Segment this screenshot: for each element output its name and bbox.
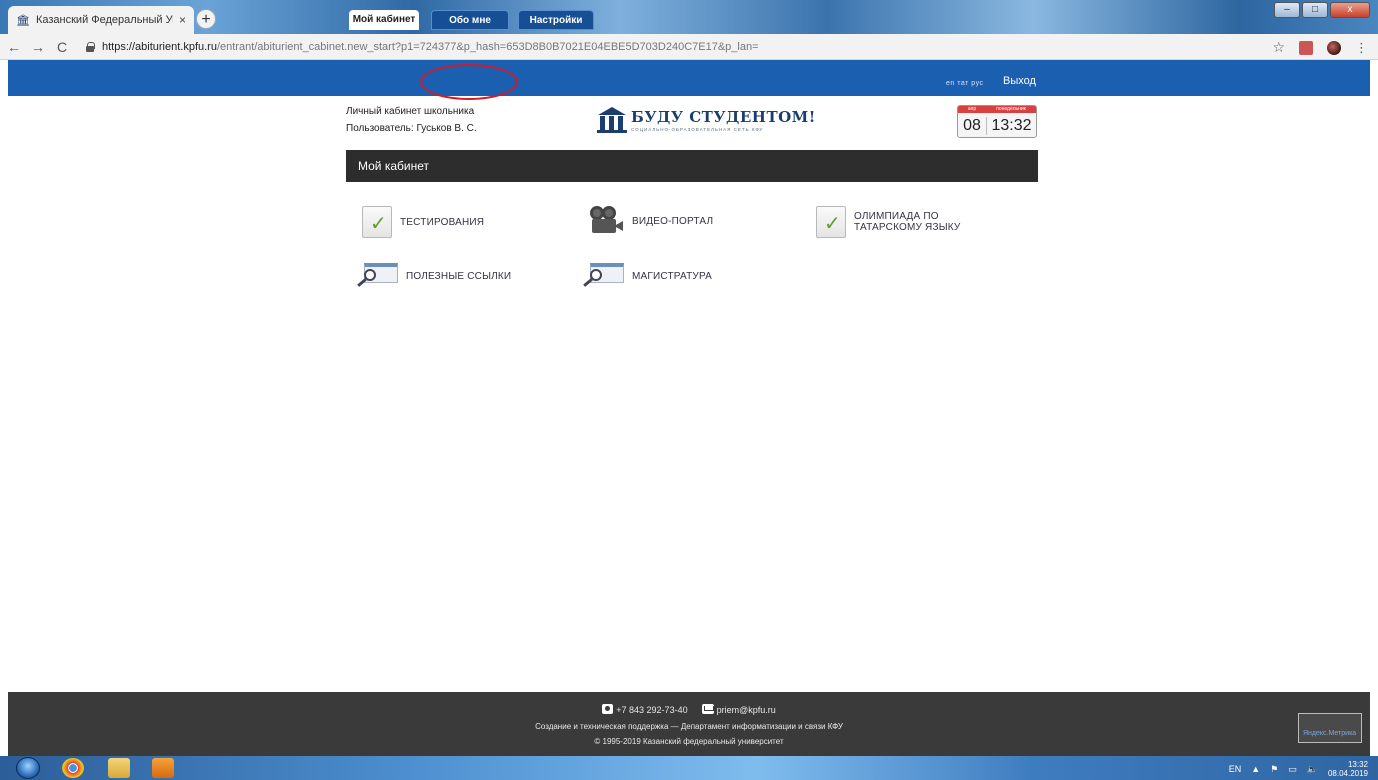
window-controls: – □ x: [1274, 2, 1370, 18]
new-tab-button[interactable]: +: [196, 9, 216, 29]
menu-item-label: ПОЛЕЗНЫЕ ССЫЛКИ: [406, 270, 512, 282]
section-title: Мой кабинет: [346, 150, 1038, 182]
phone-icon: [602, 704, 614, 714]
url-path: /entrant/abiturient_cabinet.new_start?p1…: [216, 40, 759, 53]
tab-title: Казанский Федеральный Униве: [35, 14, 173, 26]
menu-item-tatar-olympiad[interactable]: ОЛИМПИАДА ПО ТАТАРСКОМУ ЯЗЫКУ: [816, 206, 960, 238]
mail-icon: [701, 704, 714, 714]
start-button[interactable]: [16, 757, 40, 779]
network-icon[interactable]: ▭: [1288, 764, 1297, 775]
tab-close-icon[interactable]: ×: [179, 13, 186, 27]
menu-item-useful-links[interactable]: ПОЛЕЗНЫЕ ССЫЛКИ: [357, 263, 512, 289]
menu-item-label-line1: ОЛИМПИАДА ПО: [854, 211, 939, 222]
bookmark-star-icon[interactable]: ☆: [1272, 39, 1285, 56]
file-explorer-task-icon[interactable]: [108, 758, 130, 778]
search-icon: [357, 263, 398, 289]
footer-contacts: +7 843 292-73-40 priem@kpfu.ru: [8, 704, 1370, 715]
browser-tab[interactable]: 🏛 Казанский Федеральный Униве ×: [8, 6, 194, 34]
site-logo[interactable]: БУДУ СТУДЕНТОМ! СОЦИАЛЬНО-ОБРАЗОВАТЕЛЬНА…: [597, 107, 816, 133]
system-clock[interactable]: 13:32 08.04.2019: [1328, 760, 1368, 778]
menu-item-label: ТЕСТИРОВАНИЯ: [400, 216, 485, 228]
footer-support: Создание и техническая поддержка — Депар…: [535, 722, 843, 731]
footer-copyright: © 1995-2019 Казанский федеральный универ…: [594, 737, 784, 746]
tray-expand-icon[interactable]: ▲: [1251, 764, 1260, 774]
forward-button[interactable]: →: [28, 39, 48, 55]
check-icon: [816, 206, 846, 238]
extension-icon[interactable]: [1299, 40, 1313, 55]
menu-item-video-portal[interactable]: ВИДЕО-ПОРТАЛ: [588, 206, 713, 236]
system-tray: EN ▲ ⚑ ▭ 🔈 13:32 08.04.2019: [1229, 760, 1368, 778]
page-footer: +7 843 292-73-40 priem@kpfu.ru Создание и…: [8, 692, 1370, 756]
top-navigation-bar: [8, 60, 1370, 96]
menu-item-label-line2: ТАТАРСКОМУ ЯЗЫКУ: [854, 222, 961, 233]
clock-date: 08.04.2019: [1327, 769, 1368, 778]
metrics-counter-badge[interactable]: Яндекс.Метрика: [1298, 713, 1362, 743]
clock-time: 13:32: [1347, 760, 1368, 769]
date-time-widget: апр понедельник 08 13:32: [957, 105, 1037, 138]
chrome-task-icon[interactable]: [62, 758, 84, 778]
footer-phone[interactable]: +7 843 292-73-40: [616, 705, 687, 715]
current-user-label: Пользователь: Гуськов В. С.: [346, 123, 477, 134]
back-button[interactable]: ←: [4, 39, 24, 55]
profile-avatar-icon[interactable]: [1327, 40, 1341, 55]
calendar-month: апр: [967, 106, 977, 112]
menu-item-masters[interactable]: МАГИСТРАТУРА: [583, 263, 713, 289]
lock-icon[interactable]: [86, 42, 95, 52]
maximize-button[interactable]: □: [1302, 2, 1328, 18]
menu-item-testing[interactable]: ТЕСТИРОВАНИЯ: [362, 206, 484, 238]
tab-about-me[interactable]: Обо мне: [431, 10, 509, 30]
address-bar[interactable]: https://abiturient.kpfu.ru/entrant/abitu…: [102, 41, 759, 53]
menu-item-label: ВИДЕО-ПОРТАЛ: [632, 215, 714, 227]
url-host: https://abiturient.kpfu.ru: [102, 40, 217, 53]
cabinet-type-label: Личный кабинет школьника: [346, 106, 475, 117]
logout-link[interactable]: Выход: [1003, 75, 1036, 87]
tab-settings[interactable]: Настройки: [518, 10, 594, 30]
browser-titlebar: 🏛 Казанский Федеральный Униве × + – □ x: [0, 0, 1378, 34]
minimize-button[interactable]: –: [1274, 2, 1300, 18]
action-center-flag-icon[interactable]: ⚑: [1270, 764, 1278, 775]
search-icon: [583, 263, 624, 289]
camera-icon: [588, 206, 624, 236]
calendar-weekday: понедельник: [996, 106, 1026, 112]
media-player-task-icon[interactable]: [152, 758, 174, 778]
tab-my-cabinet[interactable]: Мой кабинет: [349, 10, 419, 30]
close-window-button[interactable]: x: [1330, 2, 1370, 18]
browser-menu-icon[interactable]: ⋮: [1355, 40, 1368, 56]
check-icon: [362, 206, 392, 238]
footer-email[interactable]: priem@kpfu.ru: [717, 705, 776, 715]
windows-taskbar: EN ▲ ⚑ ▭ 🔈 13:32 08.04.2019: [0, 756, 1378, 780]
university-building-icon: [597, 107, 627, 133]
language-switcher[interactable]: en тат рус: [946, 80, 983, 87]
input-language-indicator[interactable]: EN: [1229, 764, 1242, 774]
browser-toolbar: ← → C https://abiturient.kpfu.ru/entrant…: [0, 34, 1378, 60]
logo-title: БУДУ СТУДЕНТОМ!: [631, 108, 816, 126]
calendar-time: 13:32: [986, 116, 1036, 135]
reload-button[interactable]: C: [52, 39, 72, 55]
logo-subtitle: СОЦИАЛЬНО-ОБРАЗОВАТЕЛЬНАЯ СЕТЬ КФУ: [631, 127, 764, 132]
calendar-day: 08: [963, 116, 981, 134]
volume-icon[interactable]: 🔈: [1307, 764, 1318, 775]
site-favicon-icon: 🏛: [16, 14, 30, 27]
menu-item-label: МАГИСТРАТУРА: [632, 270, 713, 282]
